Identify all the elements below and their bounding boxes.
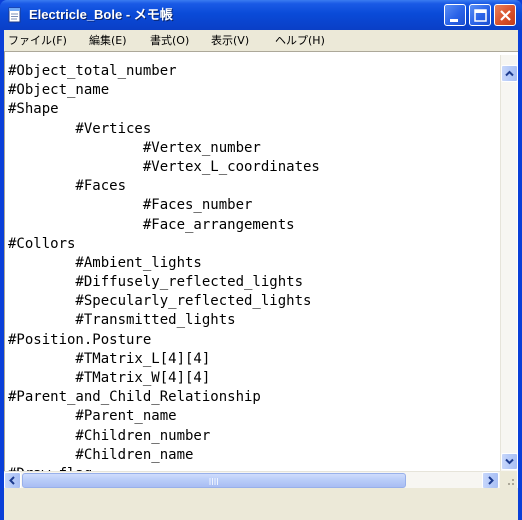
text-line: #Ambient_lights — [8, 254, 202, 271]
text-line: #Children_number — [8, 427, 211, 444]
notepad-icon[interactable] — [7, 7, 23, 23]
text-line: #Parent_name — [8, 408, 177, 425]
window-bottom-edge — [4, 488, 518, 520]
menu-format[interactable]: 書式(O) — [150, 33, 189, 48]
text-line: #Vertex_L_coordinates — [8, 158, 320, 175]
text-line: #Vertex_number — [8, 139, 261, 156]
notepad-window: Electricle_Bole - メモ帳 ファイル(F) 編集(E) 書式(O… — [0, 0, 522, 520]
chevron-up-icon — [505, 70, 514, 77]
resize-grip-icon — [508, 479, 514, 485]
text-line: #Collors — [8, 235, 76, 252]
text-line: #Transmitted_lights — [8, 312, 236, 329]
close-icon — [500, 10, 511, 21]
horizontal-scroll-thumb[interactable] — [22, 473, 406, 488]
text-line: #Faces_number — [8, 197, 253, 214]
text-line: #Position.Posture — [8, 331, 152, 348]
text-line: #TMatrix_W[4][4] — [8, 370, 211, 386]
text-line: #Face_arrangements — [8, 216, 295, 233]
horizontal-scrollbar[interactable] — [4, 471, 500, 489]
maximize-button[interactable] — [469, 4, 491, 26]
scroll-left-button[interactable] — [4, 472, 21, 489]
editor-text[interactable]: #Object_total_number #Object_name #Shape… — [8, 62, 498, 492]
chevron-right-icon — [488, 476, 494, 485]
text-editor-area[interactable]: #Object_total_number #Object_name #Shape… — [4, 51, 518, 504]
chevron-down-icon — [505, 458, 514, 465]
text-line: #Shape — [8, 101, 59, 118]
title-bar[interactable]: Electricle_Bole - メモ帳 — [0, 0, 522, 30]
menu-help[interactable]: ヘルプ(H) — [275, 33, 325, 48]
scroll-down-button[interactable] — [501, 453, 518, 470]
resize-grip[interactable] — [500, 471, 517, 488]
menu-edit[interactable]: 編集(E) — [89, 33, 127, 48]
text-line: #Faces — [8, 178, 127, 195]
maximize-icon — [474, 9, 487, 22]
text-line: #Parent_and_Child_Relationship — [8, 389, 261, 406]
scroll-up-button[interactable] — [501, 65, 518, 82]
menu-file[interactable]: ファイル(F) — [8, 33, 67, 48]
text-line: #Specularly_reflected_lights — [8, 293, 312, 310]
menu-bar: ファイル(F) 編集(E) 書式(O) 表示(V) ヘルプ(H) — [4, 30, 518, 50]
window-title: Electricle_Bole - メモ帳 — [29, 7, 173, 22]
minimize-icon — [450, 19, 458, 22]
chevron-left-icon — [9, 476, 15, 485]
text-line: #Children_name — [8, 446, 194, 463]
close-button[interactable] — [494, 4, 516, 26]
minimize-button[interactable] — [444, 4, 466, 26]
text-line: #Vertices — [8, 120, 152, 137]
text-line: #Diffusely_reflected_lights — [8, 274, 304, 291]
text-line: #TMatrix_L[4][4] — [8, 350, 211, 367]
menu-view[interactable]: 表示(V) — [211, 33, 249, 48]
scroll-right-button[interactable] — [482, 472, 499, 489]
text-line: #Object_name — [8, 82, 110, 99]
vertical-scrollbar[interactable] — [500, 55, 518, 471]
text-line: #Object_total_number — [8, 63, 177, 79]
grip-icon — [209, 478, 218, 485]
